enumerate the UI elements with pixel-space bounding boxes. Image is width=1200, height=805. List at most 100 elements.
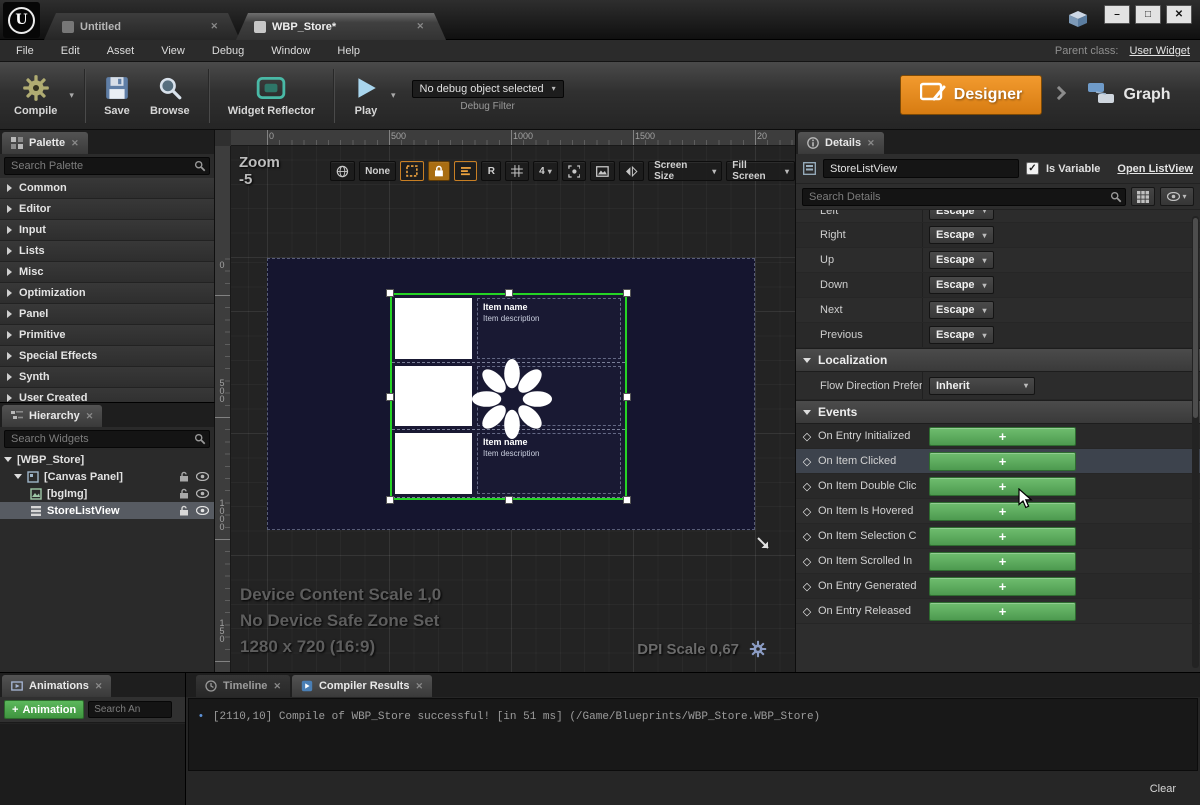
- collapse-arrow-icon[interactable]: [4, 457, 12, 462]
- add-event-button[interactable]: +: [929, 577, 1076, 596]
- palette-item-lists[interactable]: Lists: [0, 241, 214, 262]
- tree-node-storelistview[interactable]: StoreListView: [0, 502, 214, 519]
- palette-item-primitive[interactable]: Primitive: [0, 325, 214, 346]
- scrollbar-thumb[interactable]: [1193, 218, 1198, 418]
- browse-button[interactable]: Browse: [140, 66, 200, 126]
- palette-item-special-effects[interactable]: Special Effects: [0, 346, 214, 367]
- selection-handle[interactable]: [623, 289, 631, 297]
- dpi-settings-gear-icon[interactable]: [749, 640, 767, 658]
- close-icon[interactable]: ✕: [86, 411, 94, 422]
- fill-screen-select[interactable]: Fill Screen ▾: [726, 161, 795, 181]
- add-event-button[interactable]: +: [929, 552, 1076, 571]
- outline-toggle-button[interactable]: [400, 161, 424, 181]
- animations-search-input[interactable]: [88, 701, 172, 718]
- clear-button[interactable]: Clear: [1142, 780, 1184, 798]
- eye-icon[interactable]: [196, 489, 209, 498]
- realtime-toggle-button[interactable]: R: [481, 161, 501, 181]
- widget-reflector-button[interactable]: Widget Reflector: [218, 66, 325, 126]
- palette-item-user-created[interactable]: User Created: [0, 388, 214, 402]
- lock-icon[interactable]: [179, 505, 189, 516]
- widget-name-input[interactable]: [823, 159, 1019, 178]
- preview-background-button[interactable]: [590, 161, 615, 181]
- save-button[interactable]: Save: [94, 66, 140, 126]
- palette-item-panel[interactable]: Panel: [0, 304, 214, 325]
- palette-item-optimization[interactable]: Optimization: [0, 283, 214, 304]
- designer-viewport[interactable]: 0 500 1000 1500 20 0 500 1000 150 Item n…: [215, 130, 795, 672]
- grid-snap-button[interactable]: [505, 161, 529, 181]
- selection-handle[interactable]: [386, 393, 394, 401]
- is-variable-checkbox[interactable]: ✓: [1026, 162, 1039, 175]
- storelistview-selection[interactable]: Item name Item description Item name Ite…: [390, 293, 627, 500]
- palette-item-editor[interactable]: Editor: [0, 199, 214, 220]
- menu-asset[interactable]: Asset: [107, 45, 135, 57]
- hierarchy-search-input[interactable]: [4, 430, 210, 448]
- play-button[interactable]: Play: [343, 66, 389, 126]
- tab-compiler-results[interactable]: Compiler Results ✕: [292, 675, 432, 697]
- compile-options-caret-icon[interactable]: ▾: [69, 90, 74, 101]
- palette-item-synth[interactable]: Synth: [0, 367, 214, 388]
- selection-handle[interactable]: [505, 496, 513, 504]
- palette-item-input[interactable]: Input: [0, 220, 214, 241]
- anchor-button[interactable]: [562, 161, 587, 181]
- close-icon[interactable]: ✕: [415, 681, 423, 692]
- selection-handle[interactable]: [623, 393, 631, 401]
- palette-item-misc[interactable]: Misc: [0, 262, 214, 283]
- tree-node-bgimg[interactable]: [bgImg]: [0, 485, 214, 502]
- close-icon[interactable]: ✕: [273, 681, 281, 692]
- collapse-arrow-icon[interactable]: [14, 474, 22, 479]
- list-entry[interactable]: Item name Item description: [392, 295, 625, 363]
- property-visibility-button[interactable]: ▾: [1160, 187, 1194, 206]
- palette-search-input[interactable]: [4, 157, 210, 175]
- screen-size-select[interactable]: Screen Size ▾: [648, 161, 722, 181]
- selection-handle[interactable]: [386, 289, 394, 297]
- open-listview-link[interactable]: Open ListView: [1117, 163, 1193, 175]
- tab-untitled[interactable]: Untitled ✕: [44, 13, 240, 40]
- localization-preview-button[interactable]: [454, 161, 478, 181]
- parent-class-value[interactable]: User Widget: [1123, 45, 1190, 57]
- designer-mode-button[interactable]: Designer: [900, 75, 1042, 115]
- tab-animations[interactable]: Animations ✕: [2, 675, 111, 697]
- minimize-button[interactable]: –: [1104, 5, 1130, 24]
- selection-handle[interactable]: [623, 496, 631, 504]
- add-event-button[interactable]: +: [929, 452, 1076, 471]
- menu-view[interactable]: View: [161, 45, 185, 57]
- add-event-button[interactable]: +: [929, 602, 1076, 621]
- tab-close-icon[interactable]: ✕: [416, 21, 424, 32]
- add-event-button[interactable]: +: [929, 502, 1076, 521]
- eye-icon[interactable]: [196, 472, 209, 481]
- tab-wbp-store[interactable]: WBP_Store* ✕: [236, 13, 446, 40]
- escape-select[interactable]: Escape▾: [929, 251, 994, 269]
- details-search-input[interactable]: [802, 188, 1126, 206]
- tab-details[interactable]: Details ✕: [798, 132, 884, 154]
- close-icon[interactable]: ✕: [867, 138, 875, 149]
- escape-select[interactable]: Escape▾: [929, 276, 994, 294]
- tab-timeline[interactable]: Timeline ✕: [196, 675, 290, 697]
- menu-debug[interactable]: Debug: [212, 45, 244, 57]
- flip-preview-button[interactable]: [619, 161, 644, 181]
- menu-window[interactable]: Window: [271, 45, 310, 57]
- resize-handle[interactable]: [755, 535, 771, 554]
- compiler-results-log[interactable]: •[2110,10] Compile of WBP_Store successf…: [188, 698, 1198, 771]
- lock-toggle-button[interactable]: [428, 161, 450, 181]
- animations-list-area[interactable]: [0, 724, 185, 805]
- menu-edit[interactable]: Edit: [61, 45, 80, 57]
- lock-icon[interactable]: [179, 471, 189, 482]
- none-button[interactable]: None: [359, 161, 396, 181]
- add-event-button[interactable]: +: [929, 427, 1076, 446]
- selection-handle[interactable]: [386, 496, 394, 504]
- eye-icon[interactable]: [196, 506, 209, 515]
- tab-hierarchy[interactable]: Hierarchy ✕: [2, 405, 102, 427]
- menu-help[interactable]: Help: [337, 45, 360, 57]
- debug-object-select[interactable]: No debug object selected ▾: [412, 80, 564, 98]
- escape-select[interactable]: Escape▾: [929, 210, 994, 220]
- grid-size-button[interactable]: 4 ▾: [533, 161, 557, 181]
- tree-node-wbp-store[interactable]: [WBP_Store]: [0, 451, 214, 468]
- escape-select[interactable]: Escape▾: [929, 326, 994, 344]
- tree-node-canvas-panel[interactable]: [Canvas Panel]: [0, 468, 214, 485]
- close-icon[interactable]: ✕: [71, 138, 79, 149]
- escape-select[interactable]: Escape▾: [929, 301, 994, 319]
- escape-select[interactable]: Escape▾: [929, 226, 994, 244]
- play-options-caret-icon[interactable]: ▾: [391, 90, 396, 101]
- details-scrollbar[interactable]: [1192, 216, 1199, 668]
- section-events[interactable]: Events: [796, 400, 1200, 424]
